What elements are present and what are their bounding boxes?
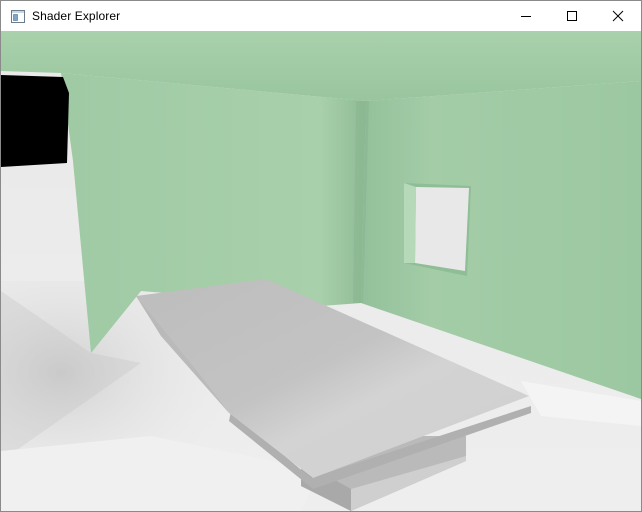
application-window-icon bbox=[10, 8, 26, 24]
minimize-button[interactable] bbox=[503, 1, 549, 31]
window-controls bbox=[503, 1, 641, 31]
window-title: Shader Explorer bbox=[32, 9, 121, 23]
app-window: Shader Explorer bbox=[0, 0, 642, 512]
title-bar[interactable]: Shader Explorer bbox=[1, 1, 641, 31]
minimize-icon bbox=[521, 16, 531, 17]
rendered-scene bbox=[1, 31, 641, 511]
render-viewport[interactable] bbox=[1, 31, 641, 511]
wall-window-opening bbox=[415, 187, 469, 271]
black-opening bbox=[1, 75, 69, 167]
maximize-icon bbox=[567, 11, 577, 21]
maximize-button[interactable] bbox=[549, 1, 595, 31]
close-icon bbox=[612, 10, 624, 22]
close-button[interactable] bbox=[595, 1, 641, 31]
